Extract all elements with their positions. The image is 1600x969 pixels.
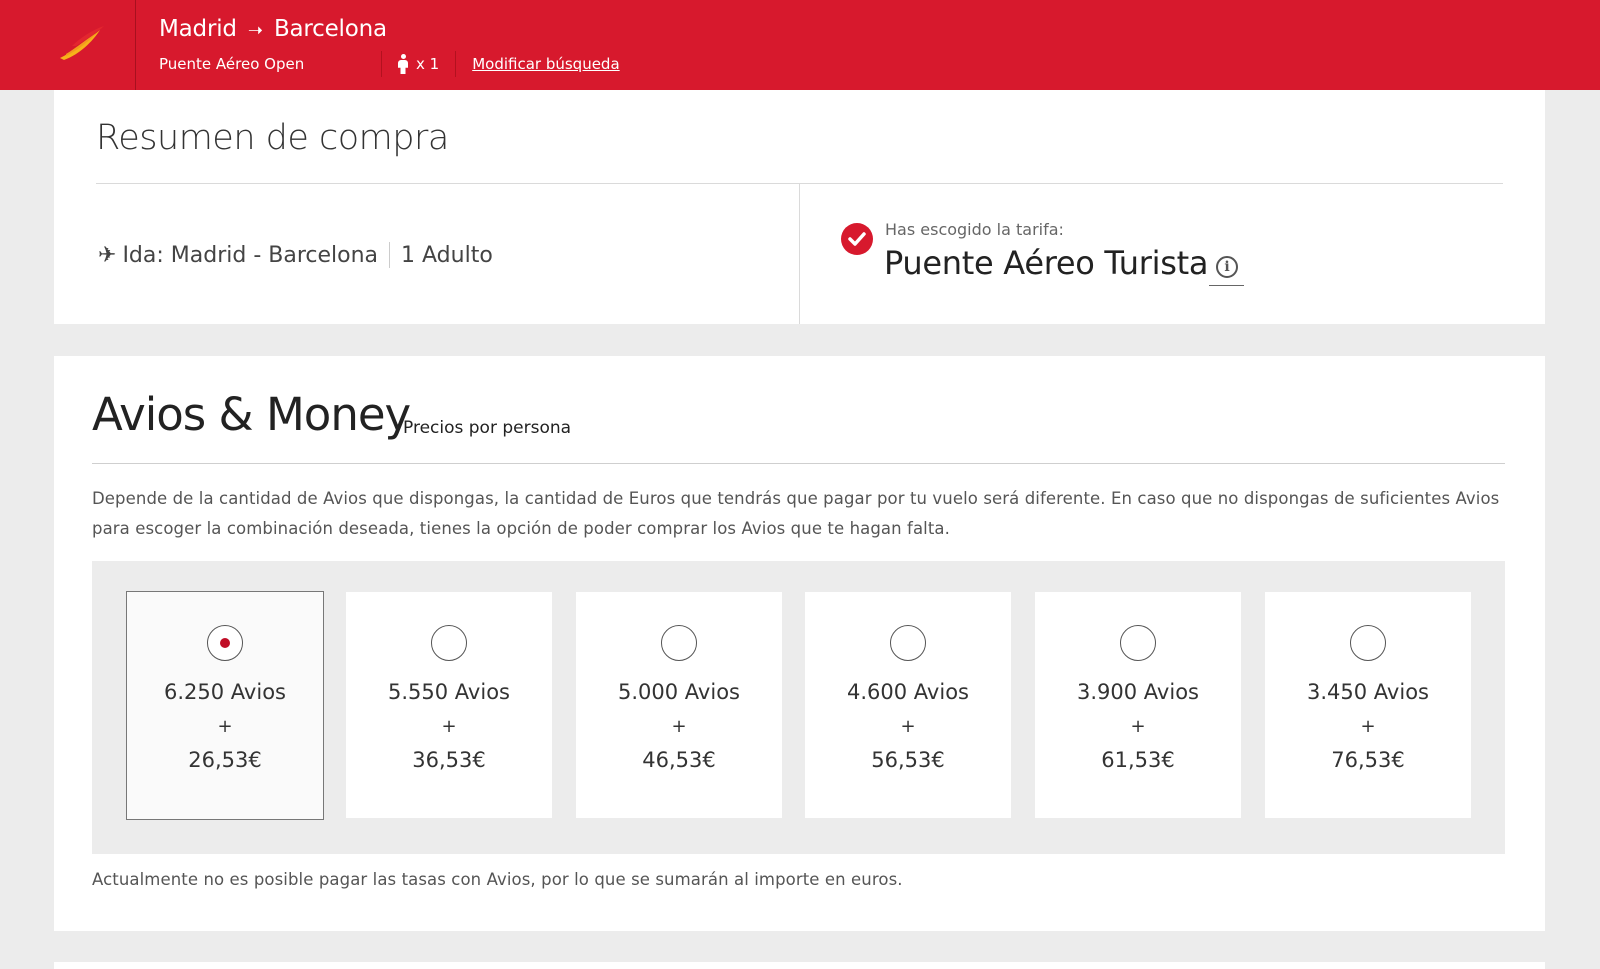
trip-summary: ✈ Ida: Madrid - Barcelona 1 Adulto xyxy=(98,242,493,268)
radio-button[interactable] xyxy=(1350,625,1386,661)
fare-name: Puente Aéreo Turista xyxy=(884,244,1209,282)
passenger-count-label: x 1 xyxy=(416,55,440,73)
option-avios: 5.550 Avios xyxy=(388,680,510,704)
arrow-right-icon: ➝ xyxy=(247,20,263,41)
option-plus: + xyxy=(1360,716,1376,737)
avios-money-card: Avios & Money Precios por persona Depend… xyxy=(54,356,1545,931)
avios-option[interactable]: 4.600 Avios + 56,53€ xyxy=(805,592,1011,818)
option-money: 76,53€ xyxy=(1331,748,1405,772)
travellers: 1 Adulto xyxy=(401,242,493,268)
person-icon xyxy=(398,54,408,74)
option-money: 26,53€ xyxy=(188,748,262,772)
search-details: Puente Aéreo Open x 1 Modificar búsqueda xyxy=(159,51,620,77)
option-money: 61,53€ xyxy=(1101,748,1175,772)
check-icon xyxy=(841,223,873,255)
next-card xyxy=(54,962,1545,969)
divider xyxy=(799,184,800,324)
option-avios: 4.600 Avios xyxy=(847,680,969,704)
option-plus: + xyxy=(900,716,916,737)
avios-option[interactable]: 6.250 Avios + 26,53€ xyxy=(126,591,324,820)
info-icon[interactable]: i xyxy=(1209,256,1244,286)
summary-title: Resumen de compra xyxy=(96,118,449,158)
option-avios: 5.000 Avios xyxy=(618,680,740,704)
avios-options: 6.250 Avios + 26,53€ 5.550 Avios + 36,53… xyxy=(92,561,1505,854)
fare-type: Puente Aéreo Open xyxy=(159,55,305,73)
option-money: 56,53€ xyxy=(871,748,945,772)
option-money: 46,53€ xyxy=(642,748,716,772)
iberia-logo-icon xyxy=(60,26,104,60)
fare-label: Has escogido la tarifa: xyxy=(885,220,1064,239)
avios-option[interactable]: 3.450 Avios + 76,53€ xyxy=(1265,592,1471,818)
avios-option[interactable]: 5.000 Avios + 46,53€ xyxy=(576,592,782,818)
avios-option[interactable]: 3.900 Avios + 61,53€ xyxy=(1035,592,1241,818)
destination: Barcelona xyxy=(273,16,387,42)
option-plus: + xyxy=(217,716,233,737)
avios-description: Depende de la cantidad de Avios que disp… xyxy=(92,489,1500,538)
option-avios: 3.450 Avios xyxy=(1307,680,1429,704)
trip-route: Ida: Madrid - Barcelona xyxy=(122,242,379,268)
option-avios: 3.900 Avios xyxy=(1077,680,1199,704)
plane-icon: ✈ xyxy=(98,242,117,268)
radio-button[interactable] xyxy=(431,625,467,661)
modify-search-link[interactable]: Modificar búsqueda xyxy=(472,55,619,73)
radio-button[interactable] xyxy=(207,625,243,661)
passenger-count: x 1 xyxy=(382,54,455,74)
divider xyxy=(92,463,1505,464)
taxes-footnote: Actualmente no es posible pagar las tasa… xyxy=(92,870,903,889)
route-title: Madrid ➝ Barcelona xyxy=(159,16,387,42)
option-money: 36,53€ xyxy=(412,748,486,772)
option-plus: + xyxy=(441,716,457,737)
avios-title: Avios & Money xyxy=(92,388,411,441)
purchase-summary-card: Resumen de compra ✈ Ida: Madrid - Barcel… xyxy=(54,90,1545,324)
top-bar: Madrid ➝ Barcelona Puente Aéreo Open x 1… xyxy=(0,0,1600,90)
radio-button[interactable] xyxy=(661,625,697,661)
option-plus: + xyxy=(1130,716,1146,737)
radio-button[interactable] xyxy=(890,625,926,661)
option-avios: 6.250 Avios xyxy=(164,680,286,704)
avios-subtitle: Precios por persona xyxy=(403,418,572,438)
radio-button[interactable] xyxy=(1120,625,1156,661)
divider xyxy=(389,242,391,268)
logo[interactable] xyxy=(0,0,136,90)
avios-option[interactable]: 5.550 Avios + 36,53€ xyxy=(346,592,552,818)
origin: Madrid xyxy=(159,16,237,42)
divider xyxy=(455,51,457,77)
option-plus: + xyxy=(671,716,687,737)
